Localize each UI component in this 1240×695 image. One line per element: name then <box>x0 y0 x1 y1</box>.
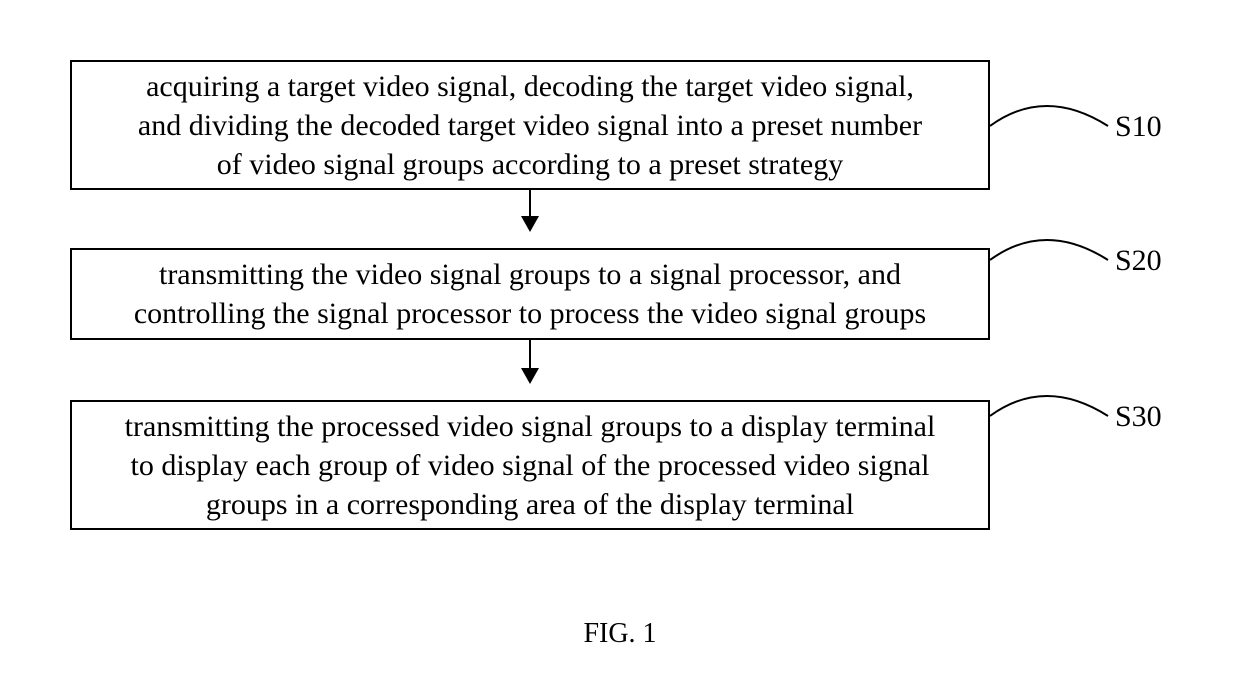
connector-s10 <box>990 98 1110 158</box>
step-box-s20: transmitting the video signal groups to … <box>70 248 990 340</box>
arrow-s10-s20 <box>529 190 531 230</box>
figure-caption: FIG. 1 <box>583 620 656 648</box>
step-box-s30: transmitting the processed video signal … <box>70 400 990 530</box>
step-text-s10: acquiring a target video signal, decodin… <box>138 67 922 184</box>
step-label-s20: S20 <box>1115 246 1162 276</box>
step-label-s30: S30 <box>1115 402 1162 432</box>
connector-s20 <box>990 232 1110 292</box>
connector-s30 <box>990 388 1110 448</box>
step-text-s30: transmitting the processed video signal … <box>125 407 936 524</box>
arrow-s20-s30 <box>529 340 531 382</box>
step-box-s10: acquiring a target video signal, decodin… <box>70 60 990 190</box>
flowchart-canvas: acquiring a target video signal, decodin… <box>0 0 1240 695</box>
step-label-s10: S10 <box>1115 112 1162 142</box>
step-text-s20: transmitting the video signal groups to … <box>134 255 926 333</box>
